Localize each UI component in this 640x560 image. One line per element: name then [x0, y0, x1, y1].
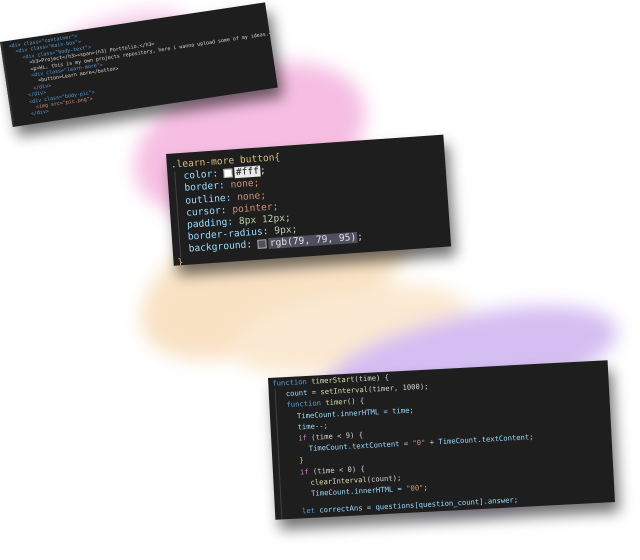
- js-object: TimeCount: [310, 486, 351, 498]
- js-keyword: function: [272, 376, 308, 388]
- css-value-border: none;: [230, 177, 260, 191]
- css-close-brace: }: [177, 256, 184, 266]
- js-object: TimeCount: [438, 435, 478, 447]
- css-value-color: #fff: [234, 165, 261, 179]
- js-string: "00": [405, 483, 424, 493]
- white-color-swatch: [223, 168, 234, 178]
- css-value-outline: none;: [236, 189, 267, 203]
- css-prop-color: color:: [183, 168, 219, 183]
- css-code-snippet: .learn-more button{ color: #fff; border:…: [166, 134, 452, 266]
- js-code: .textContent;: [477, 432, 534, 445]
- js-code: ;: [423, 482, 429, 493]
- js-function-name: timer: [325, 397, 348, 408]
- js-object: TimeCount: [296, 409, 337, 421]
- js-brace: }: [299, 455, 304, 465]
- js-object: TimeCount: [308, 442, 348, 454]
- css-value-radius: 9px;: [273, 224, 298, 237]
- js-code: time--;: [297, 420, 329, 432]
- js-keyword: function: [286, 398, 322, 410]
- js-code: (count);: [366, 472, 402, 484]
- js-variable: count: [285, 388, 308, 399]
- js-code: .innerHTML =: [349, 483, 407, 496]
- js-code: +: [425, 437, 439, 448]
- js-string: "0": [412, 438, 426, 448]
- js-code: (time) {: [354, 372, 390, 384]
- js-code: () {: [346, 396, 365, 407]
- js-code: =: [307, 387, 321, 398]
- js-keyword: let: [301, 505, 316, 516]
- js-code-snippet: function timerStart(time) { count = setI…: [268, 360, 615, 520]
- grey-color-swatch: [257, 239, 268, 249]
